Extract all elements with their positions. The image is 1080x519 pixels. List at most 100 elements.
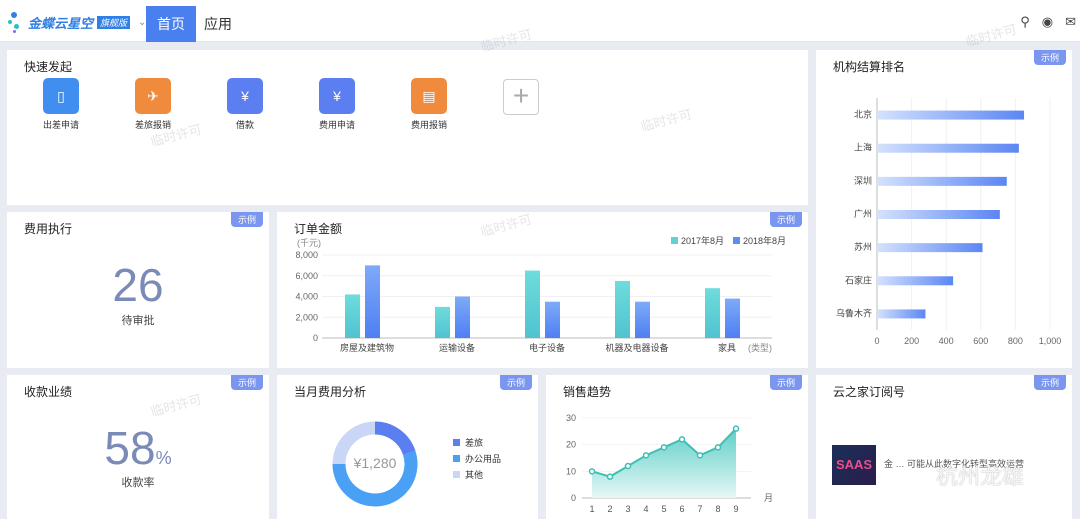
- order-amount-card: 订单金额 示例 (千元) 0 2,000 4,000 6,000 8,000 房屋及建筑物运…: [277, 212, 808, 368]
- pending-count[interactable]: 26: [7, 258, 269, 312]
- collection-rate-label: 收款率: [121, 477, 155, 489]
- pending-label: 待审批: [121, 315, 155, 327]
- quick-item-label: 费用报销: [410, 120, 447, 130]
- quick-launch-card: 快速发起 ▯ 出差申请 ✈ 差旅报销 ¥ 借款 ¥ 费用申请 ▤ 费用报销 +: [7, 50, 808, 205]
- y-tick-label: 北京: [854, 109, 872, 120]
- y-tick-label: 20: [566, 440, 576, 450]
- bar: [877, 309, 926, 319]
- y-tick-label: 苏州: [854, 241, 872, 252]
- watermark-text: 杭州龙雄: [936, 464, 1025, 489]
- add-quick-item-button[interactable]: +: [503, 79, 539, 115]
- quick-item-expense-reimburse[interactable]: ▤ 费用报销: [399, 78, 459, 131]
- bar-2017年8月: [705, 288, 720, 338]
- y-tick-label: 10: [566, 466, 576, 476]
- bar-2017年8月: [435, 306, 450, 338]
- suitcase-icon: ▯: [43, 78, 79, 114]
- document-icon: ▤: [411, 78, 447, 114]
- plane-ticket-icon: ✈: [135, 78, 171, 114]
- data-point: [642, 452, 650, 459]
- bar-2018年8月: [725, 298, 740, 338]
- card-title: 费用执行: [24, 222, 73, 236]
- y-tick-label: 乌鲁木齐: [836, 307, 872, 318]
- collection-rate: 58%: [7, 421, 269, 475]
- legend-swatch: [733, 237, 740, 244]
- quick-item-business-trip[interactable]: ▯ 出差申请: [31, 78, 91, 131]
- legend-office[interactable]: 办公用品: [453, 451, 501, 467]
- legend-label: 2018年8月: [743, 235, 786, 246]
- monthly-expense-card: 当月费用分析 示例 ¥1,280 差旅 办公用品 其他: [277, 375, 538, 519]
- legend-label: 其他: [465, 470, 484, 480]
- edition-badge: 旗舰版: [97, 15, 131, 29]
- x-tick-label: 电子设备: [529, 342, 565, 353]
- quick-item-travel-reimburse[interactable]: ✈ 差旅报销: [123, 78, 183, 131]
- y-tick-label: 6,000: [295, 271, 318, 281]
- x-tick-label: 1: [589, 504, 594, 514]
- user-circle-icon[interactable]: ◉: [1042, 14, 1053, 30]
- x-tick-label: 房屋及建筑物: [340, 342, 394, 353]
- y-tick-label: 广州: [854, 208, 872, 219]
- quick-item-loan[interactable]: ¥ 借款: [215, 78, 275, 131]
- legend-other[interactable]: 其他: [453, 467, 501, 483]
- search-icon[interactable]: ⚲: [1020, 14, 1030, 30]
- data-point: [624, 462, 632, 470]
- y-axis-unit: (千元): [297, 238, 321, 248]
- sample-tag: 示例: [230, 375, 263, 390]
- x-tick-label: 8: [715, 504, 720, 514]
- app-logo[interactable]: 金蝶云星空 旗舰版 ⌄: [8, 12, 146, 33]
- x-tick-label: 5: [661, 504, 666, 514]
- mail-icon[interactable]: ✉: [1065, 14, 1076, 30]
- legend-label: 办公用品: [465, 454, 502, 464]
- bar: [877, 210, 1000, 219]
- quick-item-expense-apply[interactable]: ¥ 费用申请: [307, 78, 367, 131]
- logo-dots-icon: [8, 12, 24, 33]
- data-point: [678, 436, 686, 443]
- tab-apps[interactable]: 应用: [193, 6, 243, 42]
- x-tick-label: 9: [733, 504, 738, 514]
- data-point: [660, 444, 668, 451]
- x-tick-label: 4: [643, 504, 648, 514]
- bar: [877, 176, 1007, 186]
- x-axis-unit: 月: [764, 493, 773, 503]
- x-tick-label: 运输设备: [439, 342, 475, 353]
- data-point: [732, 425, 740, 432]
- order-chart: (千元) 0 2,000 4,000 6,000 8,000 房屋及建筑物 运输设备 电子设备 机…: [295, 235, 786, 353]
- quick-item-label: 差旅报销: [134, 120, 171, 130]
- legend-label: 2017年8月: [681, 235, 724, 246]
- envelope-yen-icon: ¥: [319, 78, 355, 114]
- card-title: 快速发起: [24, 60, 73, 74]
- expense-card: 费用执行 示例 26 待审批: [7, 212, 269, 368]
- brand-name: 金蝶云星空: [28, 15, 94, 31]
- x-tick-label: 800: [1008, 336, 1023, 346]
- data-point: [606, 473, 614, 480]
- bar-2017年8月: [525, 270, 540, 338]
- tab-home[interactable]: 首页: [146, 6, 196, 42]
- legend-travel[interactable]: 差旅: [453, 435, 501, 451]
- x-tick-label: 400: [939, 336, 954, 346]
- x-tick-label: 0: [874, 336, 879, 346]
- y-tick-label: 0: [571, 493, 576, 503]
- data-point: [588, 468, 596, 475]
- x-tick-label: 机器及电器设备: [605, 342, 668, 353]
- ranking-chart: 0 200 400 600 800 1,000 北京上海深圳广州苏州石家庄乌鲁木齐: [836, 98, 1061, 346]
- collection-rate-unit: %: [155, 448, 172, 468]
- subscription-card: 云之家订阅号 示例 SAAS 金 … 可能从此数字化转型高效运营 杭州龙雄: [816, 375, 1072, 519]
- sample-tag: 示例: [230, 212, 263, 227]
- card-title: 云之家订阅号: [833, 385, 906, 399]
- x-tick-label: 600: [973, 336, 988, 346]
- y-tick-label: 0: [313, 333, 318, 343]
- article-thumbnail[interactable]: SAAS: [832, 445, 876, 485]
- top-bar: 金蝶云星空 旗舰版 ⌄ 首页 应用 ⚲ ◉ ✉: [0, 0, 1080, 42]
- y-tick-label: 30: [566, 413, 576, 423]
- x-tick-label: 6: [679, 504, 684, 514]
- sales-trend-chart: 0 10 20 30 1 2 3 4 5 6 7 8 9 月: [566, 413, 773, 514]
- data-point: [714, 444, 722, 451]
- x-tick-label: 2: [607, 504, 612, 514]
- area-fill: [592, 428, 736, 498]
- data-point: [696, 452, 704, 459]
- quick-item-label: 借款: [235, 120, 254, 130]
- money-icon: ¥: [227, 78, 263, 114]
- bar: [877, 243, 983, 253]
- y-tick-label: 石家庄: [845, 274, 872, 285]
- x-axis-unit: (类型): [748, 342, 772, 353]
- quick-item-label: 费用申请: [318, 120, 355, 130]
